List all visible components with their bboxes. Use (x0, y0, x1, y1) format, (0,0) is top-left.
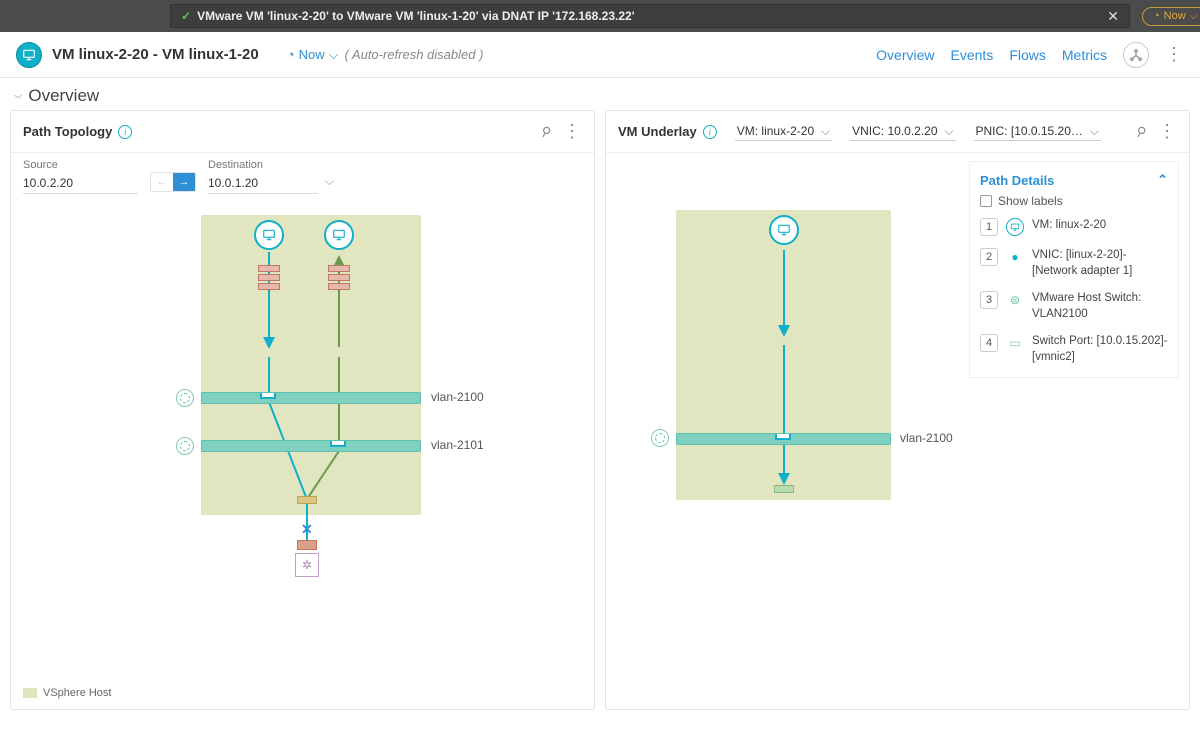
step-number: 2 (980, 248, 998, 266)
vnic-select[interactable]: VNIC: 10.0.2.20 (850, 122, 955, 141)
vlan-icon[interactable] (176, 389, 194, 407)
switch-port-node[interactable] (774, 485, 794, 493)
destination-input[interactable] (208, 173, 318, 194)
vm-icon (1006, 218, 1024, 236)
switch-port[interactable] (297, 540, 317, 550)
more-icon[interactable]: ⋮ (1165, 44, 1184, 65)
pin-icon[interactable]: ⚲ (1133, 122, 1149, 141)
step-number: 1 (980, 218, 998, 236)
chevron-down-icon: ⌵ (1190, 10, 1198, 23)
panel-title: VM Underlay (618, 124, 697, 139)
step-label: VMware Host Switch: VLAN2100 (1032, 291, 1168, 322)
tab-events[interactable]: Events (951, 47, 994, 63)
tab-overview[interactable]: Overview (876, 47, 934, 63)
show-labels-label: Show labels (998, 194, 1063, 208)
show-labels-toggle[interactable]: Show labels (980, 194, 1168, 208)
vm-node[interactable] (769, 215, 799, 245)
time-now-pill[interactable]: ◔ Now ⌵ (1142, 7, 1200, 26)
nic-stack[interactable] (258, 265, 280, 290)
now-label: Now (1164, 10, 1186, 22)
source-field: Source (23, 159, 138, 194)
destination-label: Destination (208, 159, 318, 171)
section-overview-label: Overview (28, 86, 99, 106)
tab-metrics[interactable]: Metrics (1062, 47, 1107, 63)
arrow-left-icon[interactable]: ← (151, 173, 173, 191)
vm-node-source[interactable] (254, 220, 284, 250)
arrow-right-icon[interactable]: → (173, 173, 195, 191)
check-icon: ✓ (181, 9, 191, 23)
tab-nav: Overview Events Flows Metrics ⋮ (876, 42, 1184, 68)
clock-icon: ◔ (287, 47, 295, 62)
nic-stack[interactable] (328, 265, 350, 290)
step-label: VNIC: [linux-2-20]-[Network adapter 1] (1032, 248, 1168, 279)
destination-field[interactable]: Destination (208, 159, 318, 194)
auto-refresh-label: ( Auto-refresh disabled ) (344, 47, 483, 62)
path-step[interactable]: 3 VMware Host Switch: VLAN2100 (980, 291, 1168, 322)
vlan-bar-2101[interactable] (201, 440, 421, 452)
more-icon[interactable]: ⋮ (1158, 121, 1177, 142)
step-label: Switch Port: [10.0.15.202]-[vmnic2] (1032, 334, 1168, 365)
sub-header: VM linux-2-20 - VM linux-1-20 ◔ Now ⌵ ( … (0, 32, 1200, 78)
panel-title: Path Topology (23, 124, 112, 139)
vlan-label: vlan-2101 (431, 438, 484, 452)
vlan-label: vlan-2100 (431, 390, 484, 404)
step-number: 4 (980, 334, 998, 352)
breadcrumb: ✓ VMware VM 'linux-2-20' to VMware VM 'l… (170, 4, 1130, 28)
vm-select[interactable]: VM: linux-2-20 (735, 122, 832, 141)
vlan-bar-2100[interactable] (201, 392, 421, 404)
switch-node[interactable] (297, 496, 317, 504)
vswitch-port-icon (330, 441, 346, 447)
source-label: Source (23, 159, 138, 171)
vm-icon (16, 42, 42, 68)
chevron-down-icon: ⌵ (329, 47, 339, 63)
tab-flows[interactable]: Flows (1009, 47, 1046, 63)
vnic-icon (1006, 248, 1024, 266)
switch-port-icon (1006, 334, 1024, 352)
path-step[interactable]: 2 VNIC: [linux-2-20]-[Network adapter 1] (980, 248, 1168, 279)
router-node[interactable] (295, 553, 319, 577)
vlan-icon[interactable] (176, 437, 194, 455)
path-details-title: Path Details (980, 173, 1054, 188)
checkbox[interactable] (980, 195, 992, 207)
pin-icon[interactable]: ⚲ (538, 122, 554, 141)
page-title: VM linux-2-20 - VM linux-1-20 (52, 46, 259, 63)
cross-icon (301, 521, 315, 535)
vm-node-dest[interactable] (324, 220, 354, 250)
top-bar: ✓ VMware VM 'linux-2-20' to VMware VM 'l… (0, 0, 1200, 32)
breadcrumb-text: VMware VM 'linux-2-20' to VMware VM 'lin… (197, 9, 1099, 23)
info-icon[interactable]: i (703, 125, 717, 139)
direction-toggle[interactable]: ← → (150, 172, 196, 192)
panel-path-topology: Path Topology i ⚲ ⋮ Source ← → Destinati… (10, 110, 595, 710)
time-label: Now (299, 47, 325, 62)
topology-canvas[interactable]: vlan-2100 vlan-2101 VSphere Host (11, 207, 594, 709)
vswitch-port-icon (775, 434, 791, 440)
close-icon[interactable]: ✕ (1107, 8, 1119, 25)
more-icon[interactable]: ⋮ (563, 121, 582, 142)
host-switch-icon (1006, 291, 1024, 309)
topbar-actions: ◔ Now ⌵ ⌕ ⚲ (1142, 7, 1200, 26)
path-details-card: Path Details ⌃ Show labels 1 VM: linux-2… (969, 161, 1179, 378)
source-input[interactable] (23, 173, 138, 194)
step-number: 3 (980, 291, 998, 309)
collapse-icon[interactable]: ⌃ (1157, 172, 1168, 188)
info-icon[interactable]: i (118, 125, 132, 139)
clock-icon: ◔ (1153, 10, 1160, 22)
panel-vm-underlay: VM Underlay i VM: linux-2-20 VNIC: 10.0.… (605, 110, 1190, 710)
step-label: VM: linux-2-20 (1032, 218, 1168, 234)
topology-icon[interactable] (1123, 42, 1149, 68)
section-overview-toggle[interactable]: ⌵ Overview (0, 78, 1200, 110)
chevron-down-icon: ⌵ (14, 91, 22, 100)
time-selector[interactable]: ◔ Now ⌵ (287, 47, 339, 63)
vlan-label: vlan-2100 (900, 431, 953, 445)
vswitch-port-icon (260, 393, 276, 399)
path-step[interactable]: 1 VM: linux-2-20 (980, 218, 1168, 236)
vlan-icon[interactable] (651, 429, 669, 447)
pnic-select[interactable]: PNIC: [10.0.15.20… (974, 122, 1101, 141)
path-step[interactable]: 4 Switch Port: [10.0.15.202]-[vmnic2] (980, 334, 1168, 365)
